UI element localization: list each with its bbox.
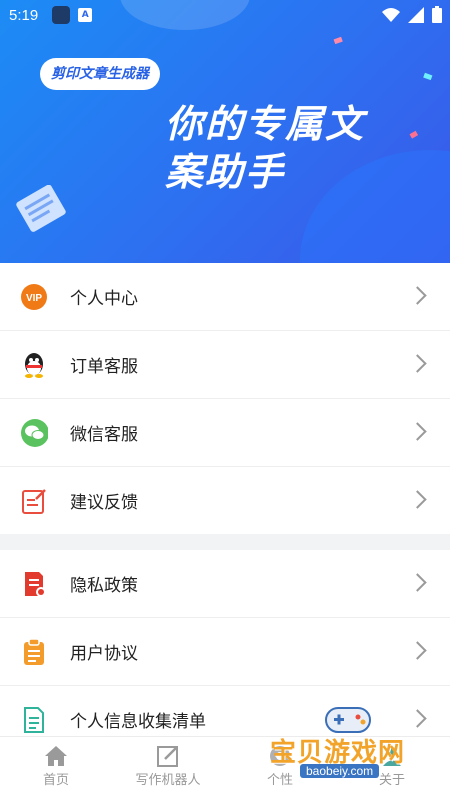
- chevron-right-icon: [408, 641, 427, 660]
- document-illustration-icon: [16, 185, 66, 232]
- menu-label: 用户协议: [70, 644, 138, 664]
- wechat-icon: [20, 418, 48, 447]
- menu-item-order-service[interactable]: 订单客服: [0, 331, 450, 399]
- tab-home[interactable]: 首页: [6, 743, 106, 788]
- banner-headline: 你的专属文 案助手: [165, 100, 435, 196]
- watermark-url: baobeiy.com: [300, 764, 380, 778]
- watermark: 宝贝游戏网 baobeiy.com: [270, 700, 430, 780]
- header-banner: 剪印文章生成器 你的专属文 案助手: [0, 0, 450, 263]
- menu-label: 订单客服: [70, 357, 138, 377]
- menu-item-wechat-service[interactable]: 微信客服: [0, 399, 450, 467]
- menu-label: 微信客服: [70, 425, 138, 445]
- signal-icon: [408, 6, 424, 23]
- chevron-right-icon: [408, 422, 427, 441]
- app-name-tag: 剪印文章生成器: [40, 58, 160, 90]
- document-icon: [20, 706, 48, 734]
- chevron-right-icon: [408, 490, 427, 509]
- headline-line-2: 案助手: [165, 150, 286, 194]
- chevron-right-icon: [408, 354, 427, 373]
- clipboard-icon: [20, 637, 48, 666]
- tab-writing-robot[interactable]: 写作机器人: [118, 743, 218, 788]
- menu-label: 个人信息收集清单: [70, 712, 206, 732]
- wifi-icon: [382, 7, 400, 22]
- chevron-right-icon: [408, 286, 427, 305]
- vip-badge-text: VIP: [26, 293, 42, 304]
- status-time: 5:19: [9, 6, 39, 24]
- menu-item-personal-center[interactable]: VIP 个人中心: [0, 263, 450, 331]
- headline-line-1: 你的专属文: [165, 102, 366, 146]
- status-bar: 5:19 A: [0, 0, 450, 30]
- app-badge-icon: A: [78, 8, 93, 22]
- menu-group-account: VIP 个人中心 订单客服 微信客服 建议反馈: [0, 263, 450, 534]
- privacy-doc-icon: [20, 570, 48, 598]
- app-notification-icon: [52, 6, 71, 24]
- menu-item-privacy-policy[interactable]: 隐私政策: [0, 550, 450, 618]
- menu-label: 建议反馈: [70, 493, 138, 513]
- menu-item-feedback[interactable]: 建议反馈: [0, 467, 450, 534]
- menu-label: 隐私政策: [70, 576, 138, 596]
- menu-item-user-agreement[interactable]: 用户协议: [0, 618, 450, 686]
- chevron-right-icon: [408, 573, 427, 592]
- gamepad-icon: [325, 707, 371, 733]
- battery-icon: [432, 6, 442, 23]
- feedback-icon: [20, 487, 48, 515]
- edit-icon: [118, 743, 218, 769]
- tab-label: 首页: [42, 773, 69, 788]
- home-icon: [6, 743, 106, 769]
- vip-icon: VIP: [20, 283, 48, 311]
- menu-label: 个人中心: [70, 289, 138, 309]
- tab-label: 写作机器人: [135, 773, 201, 788]
- qq-icon: [20, 351, 48, 379]
